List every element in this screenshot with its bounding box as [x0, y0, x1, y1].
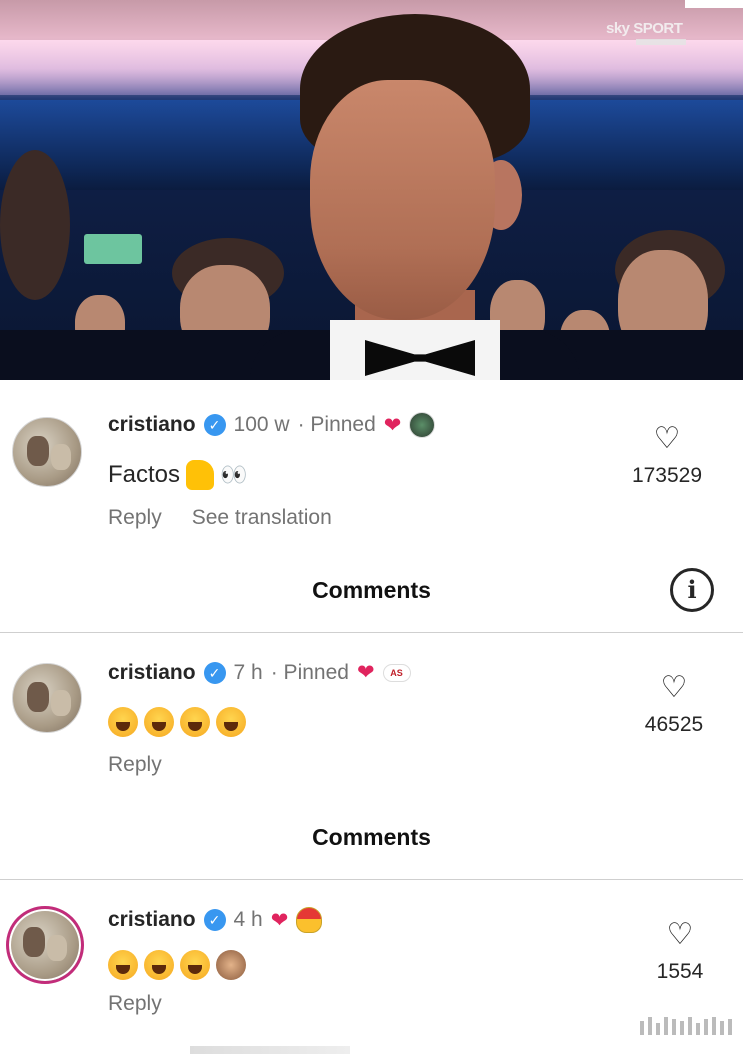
- crowd-person: [0, 150, 70, 300]
- comment-time: 100 w: [233, 413, 290, 436]
- laughing-tears-icon: [180, 707, 210, 737]
- comment-time: 7 h: [233, 660, 263, 684]
- reply-button[interactable]: Reply: [108, 992, 162, 1016]
- like-column: ♡ 46525: [624, 673, 724, 737]
- like-count: 1554: [656, 960, 704, 983]
- comments-heading: Comments: [312, 824, 431, 850]
- comment-header: cristiano ✓ 100 w · Pinned ❤: [108, 412, 436, 438]
- watermark-bars: [640, 1017, 732, 1035]
- info-icon[interactable]: i: [670, 568, 714, 612]
- heart-outline-icon[interactable]: ♡: [617, 424, 717, 454]
- comment-header: cristiano ✓ 7 h · Pinned ❤ AS: [108, 660, 411, 685]
- comment-1: cristiano ✓ 100 w · Pinned ❤ Factos 👀 Re…: [0, 382, 743, 552]
- comment-time: 4 h: [233, 908, 263, 931]
- pinned-label: · Pinned: [297, 413, 376, 436]
- photo-corner: [685, 0, 743, 8]
- see-translation-button[interactable]: See translation: [192, 506, 332, 530]
- comment-actions: Reply: [108, 753, 162, 777]
- reply-button[interactable]: Reply: [108, 753, 162, 777]
- laughing-tears-icon: [108, 950, 138, 980]
- main-person-face: [310, 80, 495, 320]
- comment-header: cristiano ✓ 4 h ❤: [108, 907, 323, 933]
- like-column: ♡ 173529: [617, 424, 717, 488]
- helmet-avatar-icon: [296, 907, 323, 933]
- avatar[interactable]: [12, 417, 82, 487]
- comment-actions: Reply: [108, 992, 162, 1016]
- heart-outline-icon[interactable]: ♡: [630, 920, 730, 950]
- laughing-tears-icon: [144, 707, 174, 737]
- see-no-evil-monkey-icon: [216, 950, 246, 980]
- creator-avatar-icon: [409, 412, 436, 438]
- verified-badge-icon: ✓: [203, 909, 226, 931]
- exit-sign: [84, 234, 142, 264]
- comment-actions: Reply See translation: [108, 506, 332, 530]
- laughing-tears-icon: [180, 950, 210, 980]
- laughing-tears-icon: [144, 950, 174, 980]
- laughing-tears-icon: [216, 707, 246, 737]
- thumbs-up-icon: [186, 460, 215, 490]
- username[interactable]: cristiano: [108, 413, 196, 437]
- creator-liked-heart-icon: ❤: [270, 908, 289, 932]
- comment-2: cristiano ✓ 7 h · Pinned ❤ AS Reply ♡ 46…: [0, 633, 743, 803]
- comment-text: [108, 950, 246, 980]
- comments-heading: Comments: [312, 577, 431, 603]
- broadcaster-sub-bar: [636, 39, 686, 45]
- post-photo: sky SPORT: [0, 0, 743, 380]
- creator-liked-heart-icon: ❤: [356, 661, 375, 684]
- next-comment-cutoff: [190, 1046, 350, 1054]
- username[interactable]: cristiano: [108, 908, 196, 932]
- broadcaster-name: sky SPORT: [606, 20, 683, 37]
- eyes-icon: 👀: [220, 462, 247, 487]
- comment-text: Factos 👀: [108, 460, 247, 490]
- verified-badge-icon: ✓: [203, 661, 226, 684]
- heart-outline-icon[interactable]: ♡: [624, 673, 724, 703]
- broadcaster-logo: sky SPORT: [606, 20, 686, 45]
- reply-button[interactable]: Reply: [108, 506, 162, 530]
- comment-body: Factos: [108, 461, 181, 488]
- avatar[interactable]: [12, 663, 82, 733]
- avatar-with-story[interactable]: [6, 906, 84, 984]
- pinned-label: · Pinned: [270, 660, 349, 684]
- like-count: 173529: [631, 464, 703, 487]
- comment-3: cristiano ✓ 4 h ❤ Reply ♡ 1554: [0, 880, 743, 1050]
- creator-liked-heart-icon: ❤: [383, 413, 402, 437]
- laughing-tears-icon: [108, 707, 138, 737]
- like-column: ♡ 1554: [630, 920, 730, 984]
- verified-badge-icon: ✓: [203, 414, 226, 436]
- username[interactable]: cristiano: [108, 661, 196, 685]
- as-logo-icon: AS: [382, 663, 411, 682]
- like-count: 46525: [644, 713, 704, 736]
- comment-text: [108, 707, 246, 737]
